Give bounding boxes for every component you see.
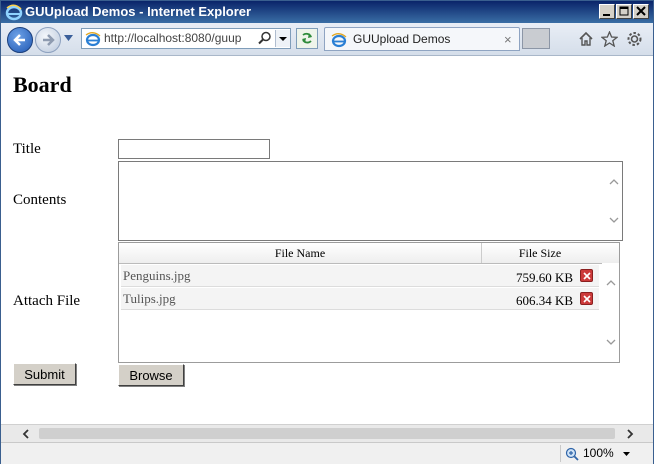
tab-close-button[interactable]: × <box>504 32 512 47</box>
delete-x-icon <box>583 272 591 280</box>
chevron-down-icon[interactable] <box>623 451 631 457</box>
minimize-button[interactable] <box>599 4 615 19</box>
navigation-bar: http://localhost:8080/guup GUUpload Demo… <box>1 23 653 56</box>
submit-button[interactable]: Submit <box>13 363 76 385</box>
file-name: Tulips.jpg <box>123 291 176 306</box>
browser-window: GUUpload Demos - Internet Explorer http:… <box>0 0 654 464</box>
zoom-icon <box>565 447 579 461</box>
attach-file-label: Attach File <box>13 293 81 309</box>
arrow-left-icon <box>13 34 25 46</box>
close-icon <box>636 6 646 16</box>
file-row: Tulips.jpg 606.34 KB <box>121 288 599 310</box>
file-name: Penguins.jpg <box>123 268 191 283</box>
history-dropdown-icon[interactable] <box>64 34 74 42</box>
delete-file-button[interactable] <box>580 269 593 282</box>
chevron-down-icon <box>279 37 287 41</box>
status-bar: 100% <box>1 442 653 464</box>
tab-label: GUUpload Demos <box>353 32 451 46</box>
arrow-right-icon <box>43 34 55 46</box>
scrollbar-thumb[interactable] <box>39 428 615 439</box>
close-window-button[interactable] <box>633 4 649 19</box>
address-bar[interactable]: http://localhost:8080/guup <box>81 28 291 49</box>
maximize-button[interactable] <box>616 4 632 19</box>
file-list-header: File Name File Size <box>119 243 619 264</box>
refresh-icon <box>302 32 312 44</box>
column-header-file-size: File Size <box>518 246 562 260</box>
file-size: 606.34 KB <box>515 293 573 308</box>
window-title: GUUpload Demos - Internet Explorer <box>25 4 252 19</box>
title-bar: GUUpload Demos - Internet Explorer <box>1 1 653 23</box>
title-input[interactable] <box>118 139 270 159</box>
refresh-button[interactable] <box>296 28 318 49</box>
scroll-left-icon[interactable] <box>21 429 31 439</box>
gear-icon[interactable] <box>626 31 643 47</box>
ie-logo-icon <box>5 4 23 21</box>
horizontal-scrollbar[interactable] <box>1 424 653 442</box>
file-list-scrollbar[interactable] <box>602 263 619 362</box>
scroll-right-icon[interactable] <box>625 429 635 439</box>
file-size: 759.60 KB <box>515 270 573 285</box>
page-ie-icon <box>85 32 101 47</box>
new-tab-button[interactable] <box>522 28 550 49</box>
page-heading: Board <box>13 72 72 97</box>
minimize-icon <box>603 14 610 16</box>
scroll-down-icon[interactable] <box>606 338 616 346</box>
file-list: File Name File Size Penguins.jpg 759.60 … <box>118 242 620 363</box>
browse-button[interactable]: Browse <box>118 364 184 386</box>
zoom-control[interactable]: 100% <box>560 445 639 462</box>
maximize-icon <box>619 6 629 16</box>
contents-label: Contents <box>13 192 67 208</box>
column-header-file-name: File Name <box>119 243 482 263</box>
page-content: Board Title Contents Attach File File Na… <box>1 56 653 424</box>
browser-tab[interactable]: GUUpload Demos × <box>324 27 520 51</box>
forward-button[interactable] <box>35 27 61 53</box>
search-icon[interactable] <box>258 31 272 45</box>
contents-textarea[interactable] <box>118 161 623 241</box>
home-icon[interactable] <box>578 31 594 47</box>
scroll-up-icon[interactable] <box>609 178 619 186</box>
address-url: http://localhost:8080/guup <box>104 31 242 45</box>
delete-x-icon <box>583 295 591 303</box>
contents-scrollbar[interactable] <box>605 162 622 240</box>
title-label: Title <box>13 141 41 157</box>
zoom-level: 100% <box>583 446 614 460</box>
tab-ie-icon <box>331 33 347 48</box>
scroll-down-icon[interactable] <box>609 216 619 224</box>
file-row: Penguins.jpg 759.60 KB <box>121 265 599 287</box>
scroll-up-icon[interactable] <box>606 279 616 287</box>
back-button[interactable] <box>7 27 33 53</box>
address-dropdown-button[interactable] <box>275 30 290 47</box>
favorites-star-icon[interactable] <box>601 31 618 47</box>
delete-file-button[interactable] <box>580 292 593 305</box>
